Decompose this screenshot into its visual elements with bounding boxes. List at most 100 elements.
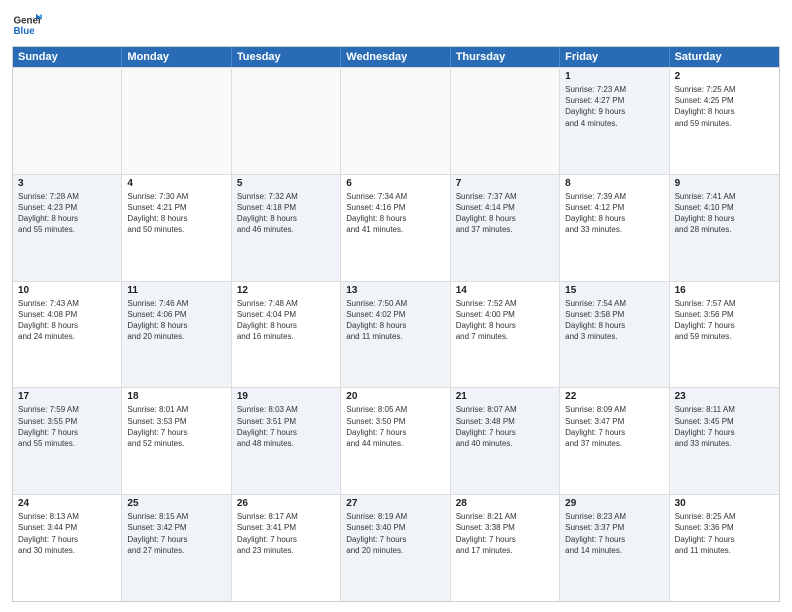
day-cell-30: 30 Sunrise: 8:25 AM Sunset: 3:36 PM Dayli… [670, 495, 779, 601]
day-info: Sunrise: 7:39 AM Sunset: 4:12 PM Dayligh… [565, 191, 663, 236]
day-cell-20: 20 Sunrise: 8:05 AM Sunset: 3:50 PM Dayli… [341, 388, 450, 494]
day-info: Sunrise: 8:03 AM Sunset: 3:51 PM Dayligh… [237, 404, 335, 449]
day-info: Sunrise: 7:48 AM Sunset: 4:04 PM Dayligh… [237, 298, 335, 343]
day-number: 22 [565, 391, 663, 402]
day-number: 8 [565, 178, 663, 189]
day-info: Sunrise: 7:41 AM Sunset: 4:10 PM Dayligh… [675, 191, 774, 236]
day-cell-19: 19Sunrise: 8:03 AM Sunset: 3:51 PM Dayli… [232, 388, 341, 494]
header-day-monday: Monday [122, 47, 231, 67]
day-number: 5 [237, 178, 335, 189]
day-cell-15: 15 Sunrise: 7:54 AM Sunset: 3:58 PM Dayli… [560, 282, 669, 388]
day-number: 9 [675, 178, 774, 189]
day-info: Sunrise: 8:01 AM Sunset: 3:53 PM Dayligh… [127, 404, 225, 449]
day-number: 2 [675, 71, 774, 82]
day-info: Sunrise: 7:54 AM Sunset: 3:58 PM Dayligh… [565, 298, 663, 343]
calendar-row-1: 3Sunrise: 7:28 AM Sunset: 4:23 PM Daylig… [13, 174, 779, 281]
day-info: Sunrise: 8:13 AM Sunset: 3:44 PM Dayligh… [18, 511, 116, 556]
day-cell-10: 10 Sunrise: 7:43 AM Sunset: 4:08 PM Dayli… [13, 282, 122, 388]
day-cell-25: 25 Sunrise: 8:15 AM Sunset: 3:42 PM Dayli… [122, 495, 231, 601]
calendar-body: 1 Sunrise: 7:23 AM Sunset: 4:27 PM Daylig… [13, 67, 779, 601]
day-cell-22: 22 Sunrise: 8:09 AM Sunset: 3:47 PM Dayli… [560, 388, 669, 494]
day-number: 7 [456, 178, 554, 189]
day-cell-17: 17 Sunrise: 7:59 AM Sunset: 3:55 PM Dayli… [13, 388, 122, 494]
day-info: Sunrise: 8:09 AM Sunset: 3:47 PM Dayligh… [565, 404, 663, 449]
day-cell-14: 14 Sunrise: 7:52 AM Sunset: 4:00 PM Dayli… [451, 282, 560, 388]
day-info: Sunrise: 8:21 AM Sunset: 3:38 PM Dayligh… [456, 511, 554, 556]
page: General Blue SundayMondayTuesdayWednesda… [0, 0, 792, 612]
header-day-wednesday: Wednesday [341, 47, 450, 67]
day-number: 21 [456, 391, 554, 402]
day-cell-28: 28 Sunrise: 8:21 AM Sunset: 3:38 PM Dayli… [451, 495, 560, 601]
empty-cell-0-3 [341, 68, 450, 174]
day-info: Sunrise: 8:19 AM Sunset: 3:40 PM Dayligh… [346, 511, 444, 556]
day-info: Sunrise: 7:30 AM Sunset: 4:21 PM Dayligh… [127, 191, 225, 236]
day-info: Sunrise: 8:07 AM Sunset: 3:48 PM Dayligh… [456, 404, 554, 449]
day-number: 16 [675, 285, 774, 296]
day-number: 4 [127, 178, 225, 189]
logo-icon: General Blue [12, 10, 42, 40]
day-number: 13 [346, 285, 444, 296]
day-number: 30 [675, 498, 774, 509]
day-cell-7: 7 Sunrise: 7:37 AM Sunset: 4:14 PM Daylig… [451, 175, 560, 281]
calendar-row-4: 24Sunrise: 8:13 AM Sunset: 3:44 PM Dayli… [13, 494, 779, 601]
day-info: Sunrise: 7:23 AM Sunset: 4:27 PM Dayligh… [565, 84, 663, 129]
day-info: Sunrise: 8:25 AM Sunset: 3:36 PM Dayligh… [675, 511, 774, 556]
day-number: 28 [456, 498, 554, 509]
header-day-sunday: Sunday [13, 47, 122, 67]
day-number: 27 [346, 498, 444, 509]
day-info: Sunrise: 7:37 AM Sunset: 4:14 PM Dayligh… [456, 191, 554, 236]
day-info: Sunrise: 8:17 AM Sunset: 3:41 PM Dayligh… [237, 511, 335, 556]
day-number: 3 [18, 178, 116, 189]
calendar-row-3: 17 Sunrise: 7:59 AM Sunset: 3:55 PM Dayli… [13, 387, 779, 494]
day-cell-1: 1 Sunrise: 7:23 AM Sunset: 4:27 PM Daylig… [560, 68, 669, 174]
calendar-row-0: 1 Sunrise: 7:23 AM Sunset: 4:27 PM Daylig… [13, 67, 779, 174]
day-info: Sunrise: 7:52 AM Sunset: 4:00 PM Dayligh… [456, 298, 554, 343]
header-day-thursday: Thursday [451, 47, 560, 67]
day-cell-5: 5 Sunrise: 7:32 AM Sunset: 4:18 PM Daylig… [232, 175, 341, 281]
day-cell-2: 2 Sunrise: 7:25 AM Sunset: 4:25 PM Daylig… [670, 68, 779, 174]
svg-text:Blue: Blue [14, 26, 36, 37]
calendar: SundayMondayTuesdayWednesdayThursdayFrid… [12, 46, 780, 602]
day-info: Sunrise: 7:59 AM Sunset: 3:55 PM Dayligh… [18, 404, 116, 449]
day-cell-13: 13Sunrise: 7:50 AM Sunset: 4:02 PM Dayli… [341, 282, 450, 388]
day-number: 23 [675, 391, 774, 402]
day-info: Sunrise: 8:05 AM Sunset: 3:50 PM Dayligh… [346, 404, 444, 449]
empty-cell-0-1 [122, 68, 231, 174]
calendar-header: SundayMondayTuesdayWednesdayThursdayFrid… [13, 47, 779, 67]
header-day-friday: Friday [560, 47, 669, 67]
day-cell-6: 6Sunrise: 7:34 AM Sunset: 4:16 PM Daylig… [341, 175, 450, 281]
day-cell-4: 4 Sunrise: 7:30 AM Sunset: 4:21 PM Daylig… [122, 175, 231, 281]
day-number: 1 [565, 71, 663, 82]
day-info: Sunrise: 7:57 AM Sunset: 3:56 PM Dayligh… [675, 298, 774, 343]
day-cell-3: 3Sunrise: 7:28 AM Sunset: 4:23 PM Daylig… [13, 175, 122, 281]
day-number: 26 [237, 498, 335, 509]
day-number: 10 [18, 285, 116, 296]
header-day-tuesday: Tuesday [232, 47, 341, 67]
day-number: 29 [565, 498, 663, 509]
day-cell-23: 23 Sunrise: 8:11 AM Sunset: 3:45 PM Dayli… [670, 388, 779, 494]
day-cell-27: 27 Sunrise: 8:19 AM Sunset: 3:40 PM Dayli… [341, 495, 450, 601]
day-info: Sunrise: 8:11 AM Sunset: 3:45 PM Dayligh… [675, 404, 774, 449]
day-info: Sunrise: 7:34 AM Sunset: 4:16 PM Dayligh… [346, 191, 444, 236]
day-info: Sunrise: 7:43 AM Sunset: 4:08 PM Dayligh… [18, 298, 116, 343]
header: General Blue [12, 10, 780, 40]
day-number: 25 [127, 498, 225, 509]
day-info: Sunrise: 8:15 AM Sunset: 3:42 PM Dayligh… [127, 511, 225, 556]
empty-cell-0-0 [13, 68, 122, 174]
day-cell-8: 8 Sunrise: 7:39 AM Sunset: 4:12 PM Daylig… [560, 175, 669, 281]
header-day-saturday: Saturday [670, 47, 779, 67]
day-number: 14 [456, 285, 554, 296]
day-number: 18 [127, 391, 225, 402]
day-cell-12: 12Sunrise: 7:48 AM Sunset: 4:04 PM Dayli… [232, 282, 341, 388]
day-cell-21: 21 Sunrise: 8:07 AM Sunset: 3:48 PM Dayli… [451, 388, 560, 494]
logo: General Blue [12, 10, 42, 40]
day-number: 15 [565, 285, 663, 296]
day-number: 20 [346, 391, 444, 402]
day-info: Sunrise: 7:32 AM Sunset: 4:18 PM Dayligh… [237, 191, 335, 236]
day-cell-24: 24Sunrise: 8:13 AM Sunset: 3:44 PM Dayli… [13, 495, 122, 601]
day-cell-9: 9 Sunrise: 7:41 AM Sunset: 4:10 PM Daylig… [670, 175, 779, 281]
day-number: 17 [18, 391, 116, 402]
day-info: Sunrise: 7:46 AM Sunset: 4:06 PM Dayligh… [127, 298, 225, 343]
day-info: Sunrise: 7:25 AM Sunset: 4:25 PM Dayligh… [675, 84, 774, 129]
calendar-row-2: 10 Sunrise: 7:43 AM Sunset: 4:08 PM Dayli… [13, 281, 779, 388]
